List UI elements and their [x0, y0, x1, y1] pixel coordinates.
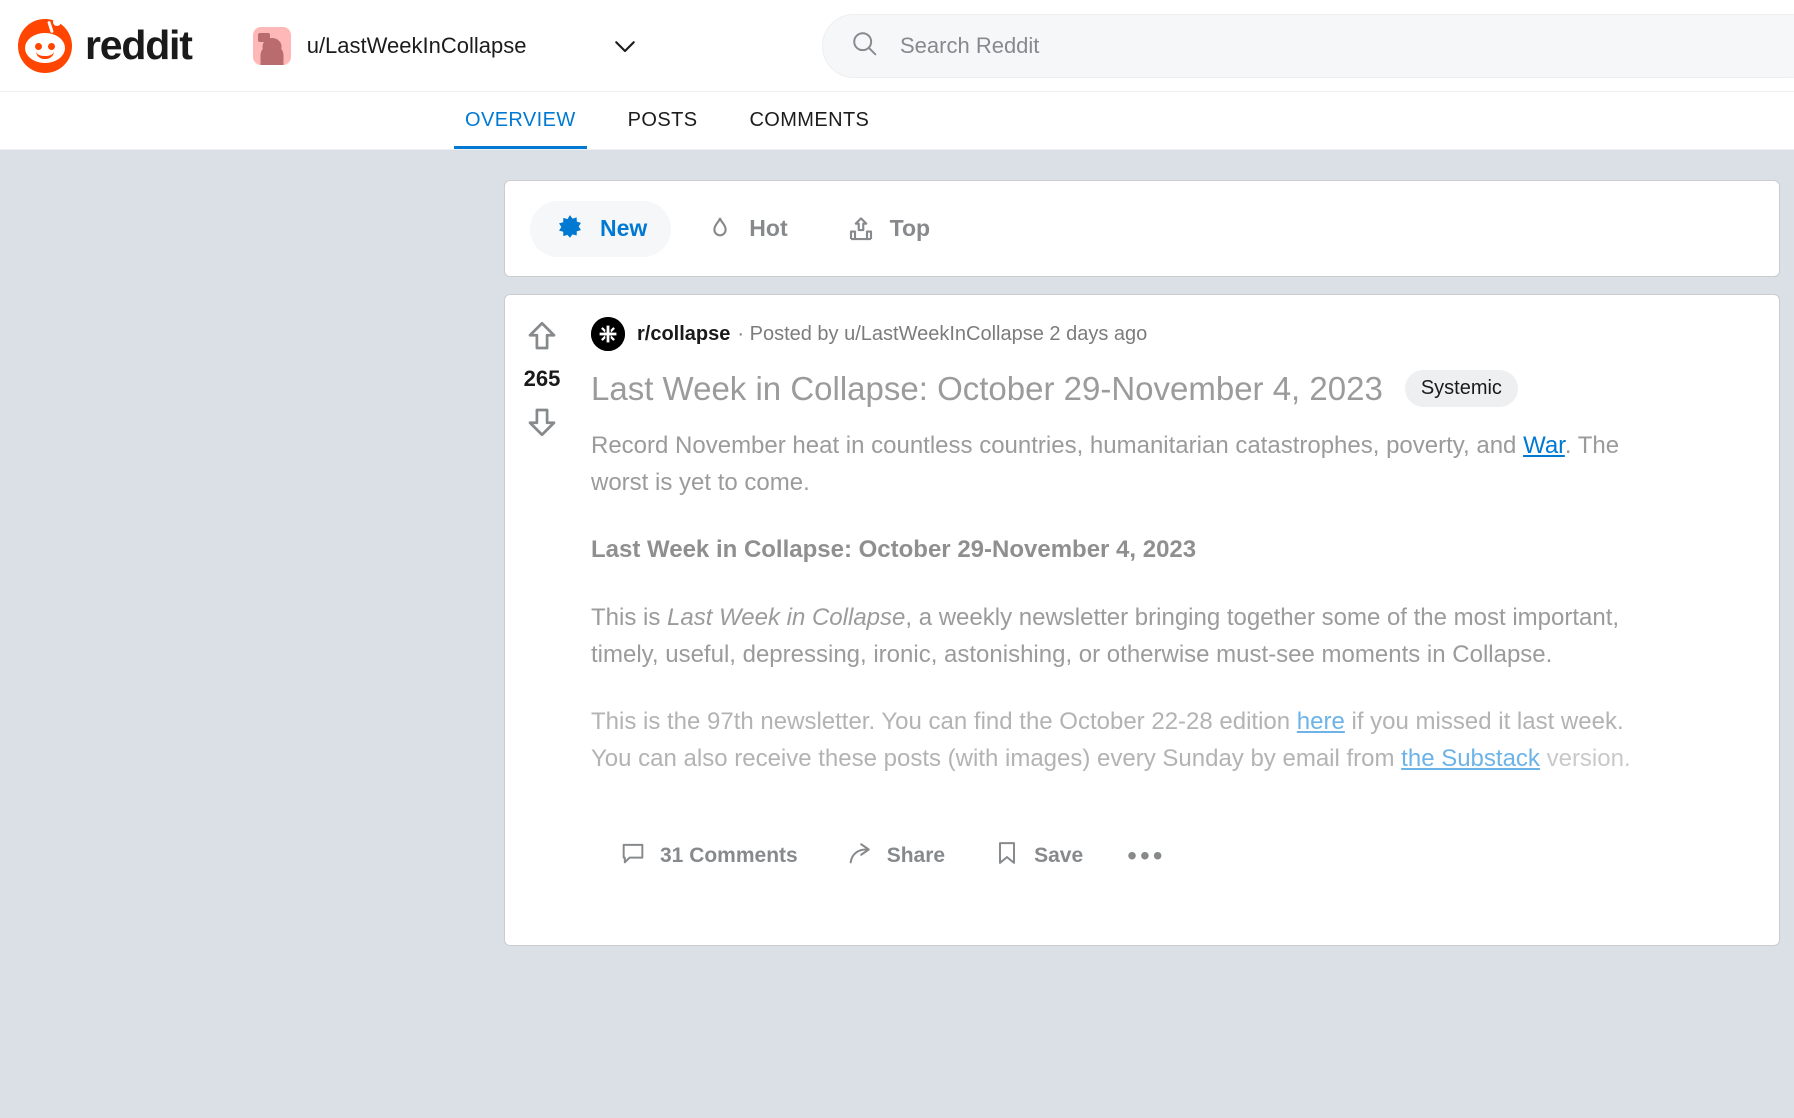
post-header: r/collapse · Posted by u/LastWeekInColla… — [591, 317, 1753, 351]
top-navigation-bar: reddit u/LastWeekInCollapse Search Reddi… — [0, 0, 1794, 92]
summary-text-a: Record November heat in countless countr… — [591, 431, 1524, 459]
sparkle-burst-icon — [554, 213, 586, 245]
flame-icon — [705, 214, 735, 244]
share-arrow-icon — [846, 839, 874, 873]
sort-new-button[interactable]: New — [530, 200, 672, 257]
search-input[interactable]: Search Reddit — [822, 14, 1794, 78]
user-avatar — [252, 26, 291, 65]
share-button[interactable]: Share — [830, 831, 961, 881]
post-card: 265 r/collapse · Posted by u/LastWeekInC… — [504, 294, 1780, 946]
post-heading: Last Week in Collapse: October 29-Novemb… — [591, 536, 1197, 564]
post-title-row: Last Week in Collapse: October 29-Novemb… — [591, 370, 1753, 408]
reddit-home-link[interactable]: reddit — [18, 17, 193, 73]
post-meta: · Posted by u/LastWeekInCollapse 2 days … — [737, 322, 1148, 345]
vote-count: 265 — [523, 366, 561, 391]
comments-label: 31 Comments — [660, 844, 798, 868]
post-paragraph-newsletter: This is the 97th newsletter. You can fin… — [591, 703, 1661, 777]
reddit-logo-icon — [18, 17, 72, 73]
sort-hot-label: Hot — [749, 215, 788, 241]
vote-column: 265 — [505, 295, 579, 945]
bookmark-icon — [993, 839, 1021, 873]
post-flair-badge[interactable]: Systemic — [1404, 370, 1518, 408]
post-action-bar: 31 Comments Share Save ••• — [591, 803, 1753, 905]
tab-posts[interactable]: POSTS — [602, 92, 724, 149]
profile-tabs: OVERVIEW POSTS COMMENTS — [0, 92, 1794, 150]
subreddit-icon — [591, 317, 625, 351]
newsletter-text-a: This is the 97th newsletter. You can fin… — [591, 707, 1297, 735]
sort-top-label: Top — [889, 215, 931, 241]
war-link[interactable]: War — [1523, 432, 1565, 459]
tab-comments[interactable]: COMMENTS — [723, 92, 895, 149]
save-button[interactable]: Save — [977, 831, 1099, 881]
bar-chart-up-icon — [846, 214, 876, 244]
search-container: Search Reddit — [822, 14, 1794, 78]
here-link[interactable]: here — [1297, 708, 1345, 735]
post-summary: Record November heat in countless countr… — [591, 427, 1661, 501]
sort-hot-button[interactable]: Hot — [681, 201, 811, 257]
content-area: New Hot Top 265 r/collapse · Posted by u… — [0, 150, 1794, 946]
account-switcher[interactable]: u/LastWeekInCollapse — [247, 23, 533, 69]
substack-link[interactable]: the Substack — [1401, 745, 1540, 772]
post-paragraph-intro: This is Last Week in Collapse, a weekly … — [591, 599, 1661, 673]
tab-overview[interactable]: OVERVIEW — [439, 92, 602, 149]
sort-top-button[interactable]: Top — [822, 201, 954, 257]
comments-button[interactable]: 31 Comments — [603, 831, 814, 881]
newsletter-text-c: version. — [1539, 745, 1631, 773]
comment-bubble-icon — [619, 839, 647, 873]
chevron-down-icon[interactable] — [610, 31, 640, 61]
upvote-icon[interactable] — [524, 318, 560, 354]
post-title[interactable]: Last Week in Collapse: October 29-Novemb… — [591, 370, 1383, 408]
sort-bar: New Hot Top — [504, 180, 1780, 277]
account-username: u/LastWeekInCollapse — [306, 32, 527, 58]
reddit-wordmark: reddit — [85, 22, 193, 68]
more-options-icon[interactable]: ••• — [1115, 840, 1177, 872]
subreddit-name[interactable]: r/collapse — [637, 323, 730, 346]
search-icon — [850, 29, 879, 63]
newsletter-name-italic: Last Week in Collapse — [667, 603, 906, 631]
share-label: Share — [886, 844, 946, 868]
post-body: r/collapse · Posted by u/LastWeekInColla… — [579, 295, 1779, 945]
intro-text-a: This is — [591, 603, 668, 631]
save-label: Save — [1034, 844, 1084, 868]
downvote-icon[interactable] — [524, 404, 560, 440]
sort-new-label: New — [600, 215, 648, 241]
search-placeholder: Search Reddit — [900, 33, 1040, 58]
